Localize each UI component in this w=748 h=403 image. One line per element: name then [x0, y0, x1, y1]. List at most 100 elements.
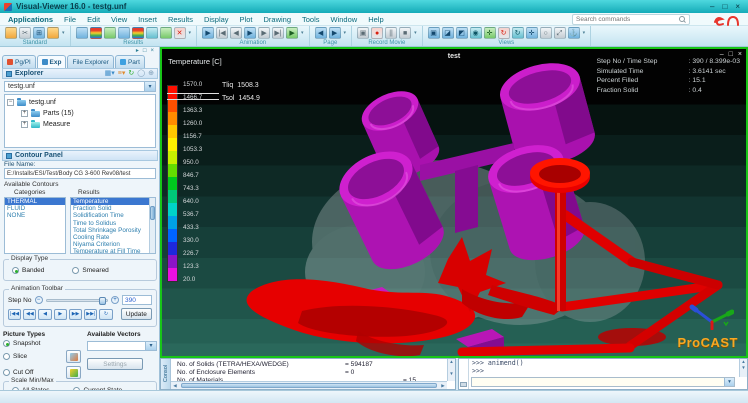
- expand-icon[interactable]: ⊕: [148, 70, 154, 78]
- result-item[interactable]: Time to Solidus: [71, 220, 149, 227]
- category-item[interactable]: NONE: [5, 212, 65, 219]
- last-frame-icon[interactable]: ▶|: [272, 27, 284, 39]
- next-frame-icon[interactable]: ▶: [258, 27, 270, 39]
- menu-file[interactable]: File: [64, 15, 76, 24]
- result-item[interactable]: Niyama Criterion: [71, 241, 149, 248]
- animate-icon[interactable]: ▶: [202, 27, 214, 39]
- close-panel-icon[interactable]: ×: [150, 47, 154, 55]
- export-animation-icon[interactable]: ▶: [286, 27, 298, 39]
- menu-help[interactable]: Help: [368, 15, 383, 24]
- step-back-button[interactable]: ◀: [38, 309, 51, 320]
- result-item[interactable]: Solidification Time: [71, 212, 149, 219]
- step-decrement-icon[interactable]: −: [35, 296, 43, 304]
- menu-insert[interactable]: Insert: [138, 15, 157, 24]
- step-increment-icon[interactable]: +: [111, 296, 119, 304]
- expand-icon[interactable]: +: [21, 121, 28, 128]
- group-overflow-icon[interactable]: ▾: [62, 30, 65, 36]
- console-tab[interactable]: Consol: [161, 359, 171, 389]
- menu-drawing[interactable]: Drawing: [263, 15, 291, 24]
- section-cut-icon[interactable]: [118, 27, 130, 39]
- category-item[interactable]: THERMAL: [5, 198, 65, 205]
- menu-results[interactable]: Results: [168, 15, 193, 24]
- menu-view[interactable]: View: [111, 15, 127, 24]
- group-overflow-icon[interactable]: ▾: [189, 30, 192, 36]
- slice-settings-icon[interactable]: [66, 350, 81, 363]
- step-value-field[interactable]: [122, 295, 152, 305]
- console-vertical-scrollbar[interactable]: ▲▼: [447, 359, 455, 381]
- viewport-3d[interactable]: test – □ × Temperature [C] 1570.0 1466.7…: [160, 47, 748, 358]
- play-icon[interactable]: ▶: [244, 27, 256, 39]
- group-overflow-icon[interactable]: ▾: [344, 30, 347, 36]
- contour-icon[interactable]: [76, 27, 88, 39]
- axis-triad-icon[interactable]: ✛: [484, 27, 496, 39]
- spin-icon[interactable]: ↻: [512, 27, 524, 39]
- last-step-button[interactable]: ▶▶|: [84, 309, 97, 320]
- group-overflow-icon[interactable]: ▾: [583, 30, 586, 36]
- result-item[interactable]: Cooling Rate: [71, 234, 149, 241]
- group-overflow-icon[interactable]: ▾: [301, 30, 304, 36]
- curve-plot-icon[interactable]: [160, 27, 172, 39]
- menu-window[interactable]: Window: [331, 15, 358, 24]
- rewind-button[interactable]: ◀◀: [23, 309, 36, 320]
- vector-plot-icon[interactable]: [104, 27, 116, 39]
- banded-radio[interactable]: Banded: [12, 267, 44, 274]
- compare-icon[interactable]: ◯: [137, 70, 145, 78]
- view-back-icon[interactable]: ◉: [470, 27, 482, 39]
- cursor-picker-icon[interactable]: ✕: [174, 27, 186, 39]
- chevron-down-icon[interactable]: ▾: [724, 378, 734, 386]
- shell-vertical-scrollbar[interactable]: ▲▼: [739, 359, 747, 377]
- smeared-radio[interactable]: Smeared: [72, 267, 108, 274]
- shell-keyboard-icon[interactable]: [459, 359, 469, 389]
- menu-display[interactable]: Display: [204, 15, 229, 24]
- filter-icon[interactable]: ▦▾: [105, 70, 115, 78]
- tab-pgpl[interactable]: Pg/Pl: [2, 55, 36, 68]
- category-item[interactable]: FLUID: [5, 205, 65, 212]
- sort-icon[interactable]: ≡▾: [118, 70, 126, 78]
- minimize-button[interactable]: –: [710, 2, 714, 12]
- shell-command-input[interactable]: [472, 378, 724, 386]
- shell-command-box[interactable]: ▾: [471, 377, 735, 387]
- result-item[interactable]: Fraction Solid: [71, 205, 149, 212]
- float-panel-icon[interactable]: □: [143, 47, 147, 55]
- menu-applications[interactable]: Applications: [8, 15, 53, 24]
- camera-icon[interactable]: ▣: [357, 27, 369, 39]
- slice-radio[interactable]: Slice: [3, 350, 81, 363]
- play-button[interactable]: ▶: [54, 309, 67, 320]
- result-item[interactable]: Temperature: [71, 198, 149, 205]
- model-selector-combo[interactable]: testg.unf ▾: [4, 81, 156, 92]
- record-icon[interactable]: ●: [371, 27, 383, 39]
- view-iso-icon[interactable]: ◩: [456, 27, 468, 39]
- collapse-icon[interactable]: −: [7, 99, 14, 106]
- pan-icon[interactable]: ✛: [526, 27, 538, 39]
- export-icon[interactable]: [47, 27, 59, 39]
- group-overflow-icon[interactable]: ▾: [414, 30, 417, 36]
- maximize-button[interactable]: □: [722, 2, 727, 12]
- pin-panel-icon[interactable]: ▸: [136, 47, 139, 55]
- close-button[interactable]: ×: [735, 2, 740, 12]
- cutoff-settings-icon[interactable]: [66, 366, 81, 379]
- rotate-model-icon[interactable]: ↻: [498, 27, 510, 39]
- fast-forward-button[interactable]: ▶▶: [69, 309, 82, 320]
- cut-icon[interactable]: ✂: [19, 27, 31, 39]
- copy-icon[interactable]: ⊞: [33, 27, 45, 39]
- result-item[interactable]: Total Shrinkage Porosity: [71, 227, 149, 234]
- zoom-icon[interactable]: ○: [540, 27, 552, 39]
- search-commands-box[interactable]: [572, 14, 690, 25]
- menu-tools[interactable]: Tools: [302, 15, 320, 24]
- tab-file-explorer[interactable]: File Explorer: [67, 55, 113, 68]
- snapshot-radio[interactable]: Snapshot: [3, 340, 81, 347]
- menu-plot[interactable]: Plot: [240, 15, 253, 24]
- vectors-combo[interactable]: ▾: [87, 341, 157, 351]
- tree-item-root[interactable]: − testg.unf: [7, 97, 155, 108]
- open-file-icon[interactable]: [5, 27, 17, 39]
- vector-settings-button[interactable]: Settings: [87, 358, 143, 370]
- refresh-icon[interactable]: ↻: [128, 70, 134, 78]
- prev-page-icon[interactable]: ◀: [315, 27, 327, 39]
- first-step-button[interactable]: |◀◀: [8, 309, 21, 320]
- chevron-down-icon[interactable]: ▾: [145, 342, 156, 350]
- chevron-down-icon[interactable]: ▾: [144, 82, 155, 91]
- tab-part[interactable]: Part: [115, 55, 145, 68]
- iso-surface-icon[interactable]: [132, 27, 144, 39]
- stop-icon[interactable]: ■: [399, 27, 411, 39]
- step-slider[interactable]: [46, 299, 109, 302]
